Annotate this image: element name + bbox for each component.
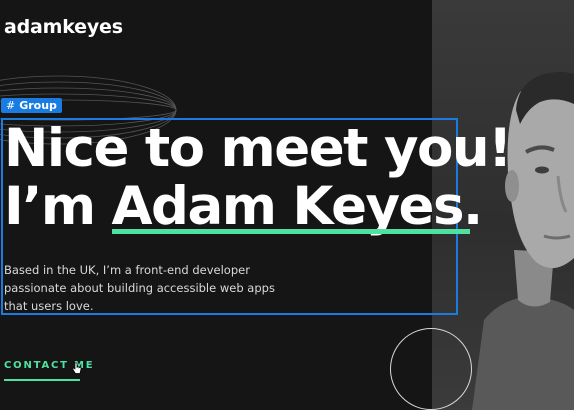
hand-cursor-icon	[72, 362, 82, 374]
headline-name-wrap: Adam Keyes.	[111, 176, 484, 237]
selection-badge-label: Group	[19, 99, 57, 112]
intro-text: Based in the UK, I’m a front-end develop…	[4, 263, 275, 313]
headline-line-1: Nice to meet you!	[4, 118, 512, 179]
decorative-circle	[390, 328, 472, 410]
headline-line-2: I’m Adam Keyes.	[4, 178, 511, 236]
name-underline	[111, 229, 470, 234]
contact-underline	[4, 379, 80, 381]
headline-name: Adam Keyes.	[111, 176, 484, 237]
headline-prefix: I’m	[4, 176, 112, 237]
selection-group-badge[interactable]: # Group	[1, 98, 62, 113]
hero-headline: Nice to meet you! I’m Adam Keyes.	[4, 118, 512, 236]
site-logo[interactable]: adamkeyes	[4, 16, 123, 38]
hash-icon: #	[6, 99, 16, 112]
